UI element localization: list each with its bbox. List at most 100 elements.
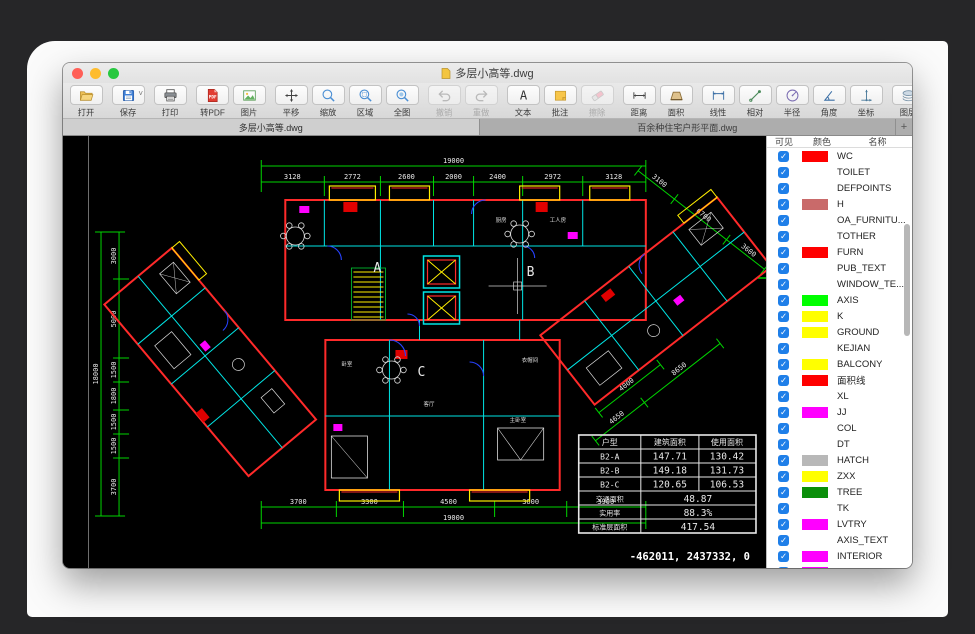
toolbar-button-face[interactable] — [813, 85, 846, 105]
layer-visible-checkbox[interactable]: ✓ — [778, 263, 789, 274]
toolbar-button-face[interactable] — [660, 85, 693, 105]
layer-color-swatch[interactable] — [802, 375, 828, 386]
layer-color-swatch[interactable] — [802, 503, 828, 514]
toolbar-button-face[interactable] — [739, 85, 772, 105]
layer-color-swatch[interactable] — [802, 295, 828, 306]
layer-visible-checkbox[interactable]: ✓ — [778, 535, 789, 546]
layer-visible-checkbox[interactable]: ✓ — [778, 567, 789, 569]
toolbar-button-face[interactable] — [70, 85, 103, 105]
toolbar-zoom-button[interactable]: 缩放 — [311, 85, 346, 119]
toolbar-button-face[interactable] — [892, 85, 912, 105]
layer-color-swatch[interactable] — [802, 311, 828, 322]
tab-inactive-document[interactable]: 百余种住宅户形平面.dwg — [480, 119, 897, 135]
toolbar-text-button[interactable]: A文本 — [506, 85, 541, 119]
toolbar-button-face[interactable] — [233, 85, 266, 105]
layer-color-swatch[interactable] — [802, 471, 828, 482]
layer-visible-checkbox[interactable]: ✓ — [778, 279, 789, 290]
layer-color-swatch[interactable] — [802, 343, 828, 354]
layer-visible-checkbox[interactable]: ✓ — [778, 359, 789, 370]
layer-visible-checkbox[interactable]: ✓ — [778, 391, 789, 402]
layer-visible-checkbox[interactable]: ✓ — [778, 311, 789, 322]
chevron-down-icon[interactable]: ˅ — [138, 90, 143, 98]
toolbar-radius-button[interactable]: 半径 — [775, 85, 810, 119]
toolbar-button-face[interactable] — [702, 85, 735, 105]
layer-color-swatch[interactable] — [802, 359, 828, 370]
toolbar-coordinate-button[interactable]: 坐标 — [849, 85, 884, 119]
layer-visible-checkbox[interactable]: ✓ — [778, 423, 789, 434]
toolbar-button-face[interactable] — [312, 85, 345, 105]
layer-visible-checkbox[interactable]: ✓ — [778, 295, 789, 306]
layer-color-swatch[interactable] — [802, 439, 828, 450]
layer-color-swatch[interactable] — [802, 247, 828, 258]
layer-color-swatch[interactable] — [802, 407, 828, 418]
toolbar-zoom-extents-button[interactable]: 全图 — [385, 85, 420, 119]
toolbar-button-face[interactable]: PDF — [196, 85, 229, 105]
toolbar-linear-dim-button[interactable]: 线性 — [701, 85, 736, 119]
cad-drawing[interactable]: 19000 3128 2772 2600 2000 2400 2972 3128 — [89, 136, 766, 568]
layers-scrollbar-thumb[interactable] — [904, 224, 910, 336]
toolbar-button-face[interactable] — [850, 85, 883, 105]
toolbar-button-face[interactable] — [776, 85, 809, 105]
layer-visible-checkbox[interactable]: ✓ — [778, 167, 789, 178]
toolbar-pdf-button[interactable]: PDF转PDF — [195, 85, 230, 119]
layer-color-swatch[interactable] — [802, 183, 828, 194]
layer-color-swatch[interactable] — [802, 167, 828, 178]
layer-color-swatch[interactable] — [802, 263, 828, 274]
layer-color-swatch[interactable] — [802, 231, 828, 242]
layer-visible-checkbox[interactable]: ✓ — [778, 183, 789, 194]
layer-visible-checkbox[interactable]: ✓ — [778, 215, 789, 226]
toolbar-button-face[interactable] — [275, 85, 308, 105]
layer-visible-checkbox[interactable]: ✓ — [778, 327, 789, 338]
toolbar-image-button[interactable]: 图片 — [232, 85, 267, 119]
toolbar-layers-button[interactable]: 图层 — [891, 85, 912, 119]
layer-color-swatch[interactable] — [802, 279, 828, 290]
toolbar-button-face[interactable] — [154, 85, 187, 105]
toolbar-button-face[interactable] — [623, 85, 656, 105]
toolbar-pan-button[interactable]: 平移 — [274, 85, 309, 119]
layer-visible-checkbox[interactable]: ✓ — [778, 455, 789, 466]
layer-visible-checkbox[interactable]: ✓ — [778, 247, 789, 258]
toolbar-folder-open-button[interactable]: 打开 — [69, 85, 104, 119]
layer-color-swatch[interactable] — [802, 455, 828, 466]
toolbar-button-face[interactable] — [544, 85, 577, 105]
layer-visible-checkbox[interactable]: ✓ — [778, 151, 789, 162]
toolbar-distance-button[interactable]: 距离 — [622, 85, 657, 119]
title-bar[interactable]: 多层小高等.dwg — [63, 63, 912, 83]
toolbar-printer-button[interactable]: 打印 — [153, 85, 188, 119]
toolbar-button-face[interactable] — [386, 85, 419, 105]
layer-visible-checkbox[interactable]: ✓ — [778, 375, 789, 386]
layer-color-swatch[interactable] — [802, 487, 828, 498]
layer-color-swatch[interactable] — [802, 567, 828, 569]
toolbar-zoom-region-button[interactable]: 区域 — [348, 85, 383, 119]
toolbar-save-button[interactable]: ˅保存 — [111, 85, 146, 119]
new-tab-button[interactable]: + — [896, 119, 912, 135]
layer-visible-checkbox[interactable]: ✓ — [778, 343, 789, 354]
layer-color-swatch[interactable] — [802, 199, 828, 210]
layer-color-swatch[interactable] — [802, 391, 828, 402]
toolbar-area-button[interactable]: 面积 — [659, 85, 694, 119]
toolbar-button-face[interactable] — [349, 85, 382, 105]
toolbar-relative-button[interactable]: 相对 — [738, 85, 773, 119]
toolbar-button-face[interactable]: A — [507, 85, 540, 105]
layer-visible-checkbox[interactable]: ✓ — [778, 439, 789, 450]
layer-visible-checkbox[interactable]: ✓ — [778, 551, 789, 562]
layer-visible-checkbox[interactable]: ✓ — [778, 519, 789, 530]
layer-color-swatch[interactable] — [802, 519, 828, 530]
toolbar-note-button[interactable]: 批注 — [543, 85, 578, 119]
layer-color-swatch[interactable] — [802, 423, 828, 434]
toolbar-button-face[interactable]: ˅ — [112, 85, 145, 105]
layer-visible-checkbox[interactable]: ✓ — [778, 471, 789, 482]
layer-color-swatch[interactable] — [802, 151, 828, 162]
toolbar-angle-button[interactable]: 角度 — [812, 85, 847, 119]
layer-color-swatch[interactable] — [802, 551, 828, 562]
layer-visible-checkbox[interactable]: ✓ — [778, 503, 789, 514]
layer-visible-checkbox[interactable]: ✓ — [778, 231, 789, 242]
layer-color-swatch[interactable] — [802, 327, 828, 338]
layer-color-swatch[interactable] — [802, 535, 828, 546]
tab-active-document[interactable]: 多层小高等.dwg — [63, 119, 480, 135]
layer-visible-checkbox[interactable]: ✓ — [778, 199, 789, 210]
layer-color-swatch[interactable] — [802, 215, 828, 226]
svg-text:19000: 19000 — [443, 514, 464, 522]
layer-visible-checkbox[interactable]: ✓ — [778, 487, 789, 498]
layer-visible-checkbox[interactable]: ✓ — [778, 407, 789, 418]
